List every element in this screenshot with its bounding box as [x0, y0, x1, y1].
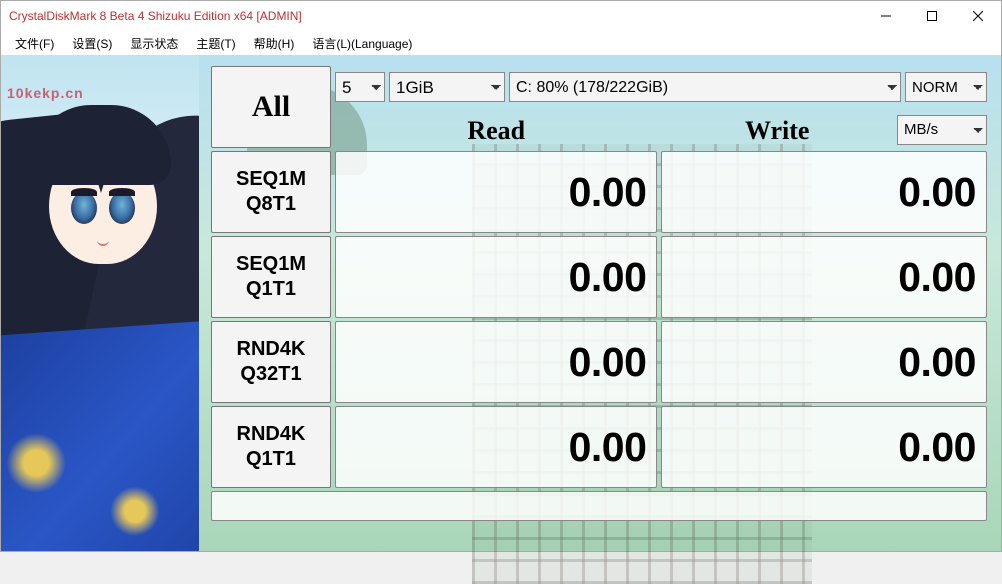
top-controls: 5 1GiB C: 80% (178/222GiB) NORM — [335, 66, 987, 109]
test-button-seq1m-q8t1[interactable]: SEQ1M Q8T1 — [211, 151, 331, 233]
window-title: CrystalDiskMark 8 Beta 4 Shizuku Edition… — [9, 9, 863, 23]
menu-help[interactable]: 帮助(H) — [246, 33, 303, 54]
write-value-3: 0.00 — [661, 406, 987, 488]
test-button-seq1m-q1t1[interactable]: SEQ1M Q1T1 — [211, 236, 331, 318]
menu-settings[interactable]: 设置(S) — [64, 33, 120, 54]
test-label-line2: Q32T1 — [240, 363, 301, 385]
test-label-line2: Q8T1 — [246, 193, 296, 215]
client-area: 10kekp.cn All 5 1GiB C: 80% (178/222GiB)… — [1, 55, 1001, 551]
mode-select[interactable]: NORM — [905, 72, 987, 102]
menu-file[interactable]: 文件(F) — [7, 33, 62, 54]
menu-display[interactable]: 显示状态 — [122, 33, 186, 54]
write-value-2: 0.00 — [661, 321, 987, 403]
menu-theme[interactable]: 主题(T) — [188, 33, 243, 54]
test-size-select[interactable]: 1GiB — [389, 72, 505, 102]
minimize-button[interactable] — [863, 1, 909, 31]
test-label-line1: RND4K — [237, 338, 306, 360]
drive-select[interactable]: C: 80% (178/222GiB) — [509, 72, 901, 102]
write-value-0: 0.00 — [661, 151, 987, 233]
run-all-button[interactable]: All — [211, 66, 331, 148]
test-label-line1: SEQ1M — [236, 168, 306, 190]
shizuku-illustration: 10kekp.cn — [1, 55, 199, 551]
menu-language[interactable]: 语言(L)(Language) — [304, 33, 420, 54]
test-button-rnd4k-q1t1[interactable]: RND4K Q1T1 — [211, 406, 331, 488]
watermark-text: 10kekp.cn — [7, 85, 84, 101]
status-bar — [211, 491, 987, 521]
test-label-line1: RND4K — [237, 423, 306, 445]
app-window: CrystalDiskMark 8 Beta 4 Shizuku Edition… — [0, 0, 1002, 552]
write-header: Write — [661, 114, 893, 146]
test-button-rnd4k-q32t1[interactable]: RND4K Q32T1 — [211, 321, 331, 403]
menubar: 文件(F) 设置(S) 显示状态 主题(T) 帮助(H) 语言(L)(Langu… — [1, 31, 1001, 55]
titlebar[interactable]: CrystalDiskMark 8 Beta 4 Shizuku Edition… — [1, 1, 1001, 31]
test-label-line1: SEQ1M — [236, 253, 306, 275]
unit-select[interactable]: MB/s — [897, 115, 987, 145]
read-value-2: 0.00 — [335, 321, 657, 403]
read-header: Read — [335, 114, 657, 146]
close-button[interactable] — [955, 1, 1001, 31]
test-label-line2: Q1T1 — [246, 278, 296, 300]
window-controls — [863, 1, 1001, 31]
read-value-1: 0.00 — [335, 236, 657, 318]
benchmark-grid: All 5 1GiB C: 80% (178/222GiB) NORM Read… — [199, 55, 1001, 551]
maximize-button[interactable] — [909, 1, 955, 31]
test-label-line2: Q1T1 — [246, 448, 296, 470]
read-value-3: 0.00 — [335, 406, 657, 488]
read-value-0: 0.00 — [335, 151, 657, 233]
write-value-1: 0.00 — [661, 236, 987, 318]
run-count-select[interactable]: 5 — [335, 72, 385, 102]
